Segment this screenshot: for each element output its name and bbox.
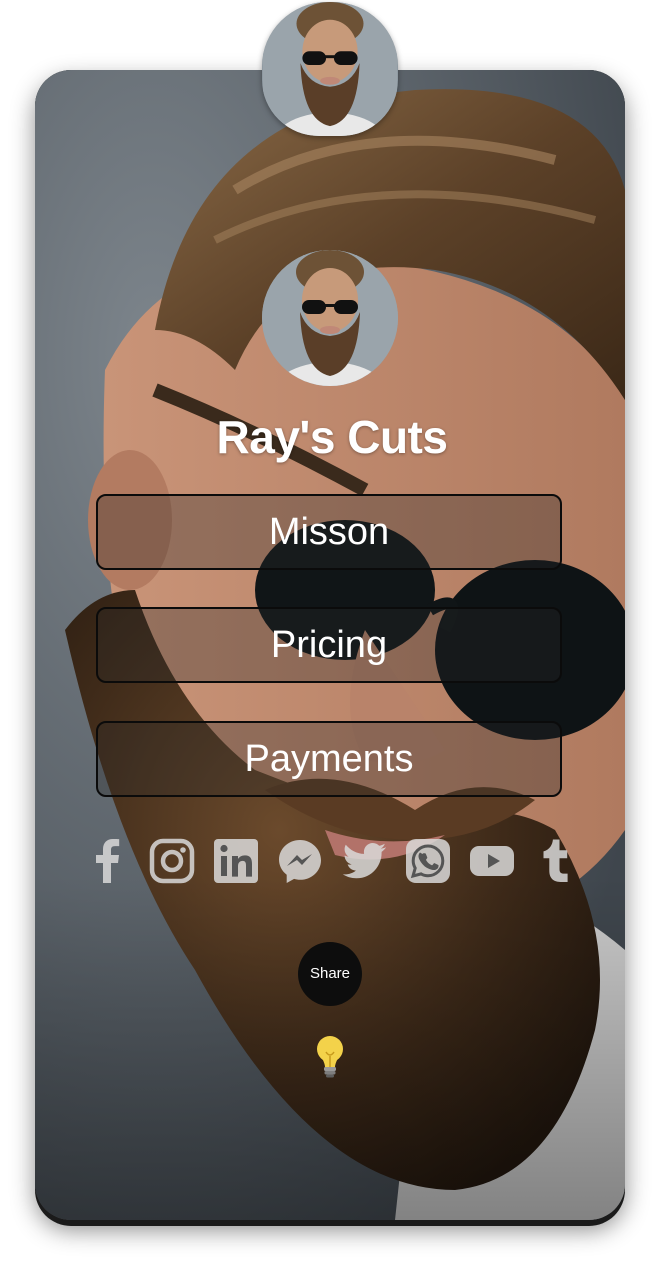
linkedin-icon[interactable] — [212, 837, 260, 885]
top-avatar — [262, 2, 398, 136]
tumblr-icon[interactable] — [532, 837, 580, 885]
messenger-icon[interactable] — [276, 837, 324, 885]
youtube-icon[interactable] — [468, 837, 516, 885]
social-icons-row — [84, 832, 580, 890]
share-button[interactable]: Share — [298, 942, 362, 1006]
instagram-icon[interactable] — [148, 837, 196, 885]
payments-button[interactable]: Payments — [96, 721, 562, 797]
whatsapp-icon[interactable] — [404, 837, 452, 885]
lightbulb-icon[interactable] — [313, 1034, 347, 1080]
top-avatar-image — [262, 2, 398, 136]
page-title: Ray's Cuts — [216, 411, 448, 463]
profile-avatar — [262, 250, 398, 386]
twitter-icon[interactable] — [340, 837, 388, 885]
profile-avatar-image — [262, 250, 398, 386]
facebook-icon[interactable] — [84, 837, 132, 885]
pricing-button[interactable]: Pricing — [96, 607, 562, 683]
mission-button[interactable]: Misson — [96, 494, 562, 570]
